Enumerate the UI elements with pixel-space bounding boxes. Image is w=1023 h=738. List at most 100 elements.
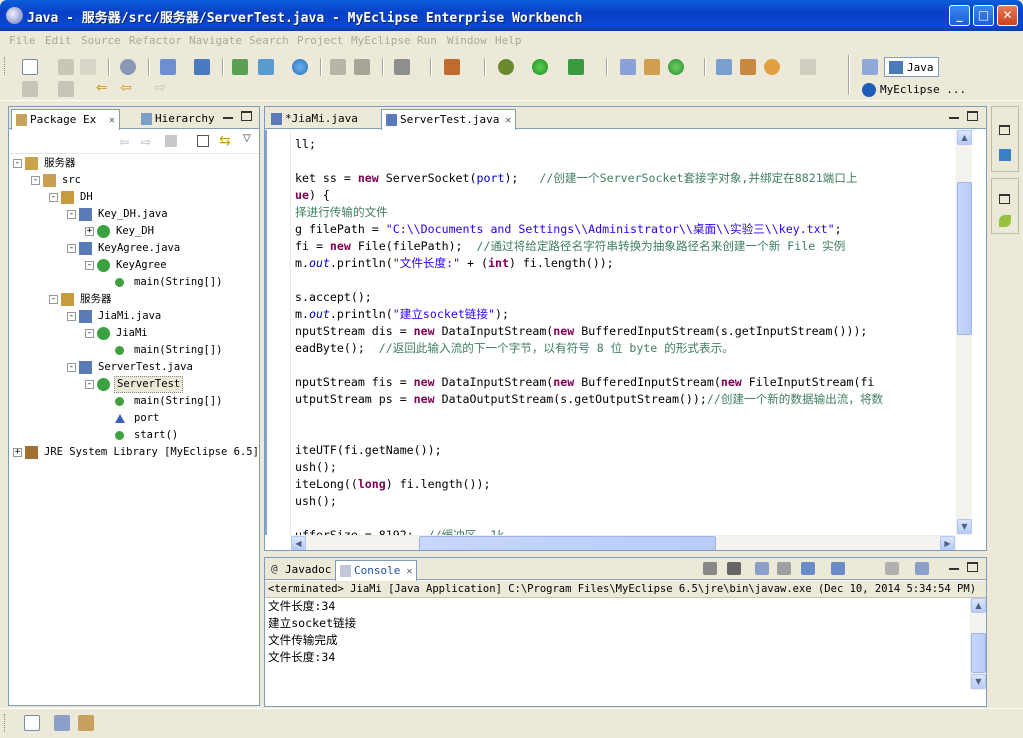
tab-hierarchy[interactable]: Hierarchy xyxy=(137,109,219,129)
tree-item[interactable]: - JiaMi.java xyxy=(9,308,257,325)
scroll-right-button[interactable]: ▶ xyxy=(940,536,955,550)
editor-horizontal-scrollbar[interactable]: ◀ ▶ xyxy=(291,535,956,550)
code-area[interactable]: ll; ket ss = new ServerSocket(port); //创建… xyxy=(295,130,958,535)
scroll-left-button[interactable]: ◀ xyxy=(291,536,306,550)
link-editor-icon[interactable]: ⇆ xyxy=(219,133,231,149)
back-history-icon[interactable] xyxy=(22,81,38,97)
collapse-icon[interactable]: - xyxy=(85,329,94,338)
minimize-view-icon[interactable] xyxy=(223,117,233,119)
collapse-icon[interactable]: - xyxy=(85,380,94,389)
console-scroll-up-button[interactable]: ▲ xyxy=(971,598,986,613)
last-edit-icon[interactable]: ⇐ xyxy=(96,81,112,97)
debug-icon[interactable] xyxy=(498,59,514,75)
editor-horizontal-scroll-thumb[interactable] xyxy=(419,536,716,550)
maximize-view-icon[interactable] xyxy=(241,111,252,121)
console-output[interactable]: 文件长度:34 建立socket链接 文件传输完成 文件长度:34 xyxy=(265,598,970,690)
run-external-icon[interactable] xyxy=(568,59,584,75)
new-java-class-icon[interactable] xyxy=(668,59,684,75)
new-console-icon[interactable] xyxy=(915,562,929,575)
tab-editor-file[interactable]: ServerTest.java ✕ xyxy=(381,109,517,130)
console-scroll-down-button[interactable]: ▼ xyxy=(971,674,986,689)
pencil-icon[interactable] xyxy=(764,59,780,75)
tree-item[interactable]: - DH xyxy=(9,189,257,206)
view-menu-icon[interactable]: ▽ xyxy=(243,133,251,144)
menu-myeclipse[interactable]: MyEclipse xyxy=(351,34,411,47)
outline-view-icon[interactable] xyxy=(999,149,1011,161)
close-icon[interactable]: ✕ xyxy=(109,115,115,126)
menu-help[interactable]: Help xyxy=(495,34,522,47)
scroll-up-button[interactable]: ▲ xyxy=(957,130,972,145)
menu-source[interactable]: Source xyxy=(81,34,121,47)
collapse-all-icon[interactable] xyxy=(197,135,209,147)
tree-item[interactable]: main(String[]) xyxy=(9,274,257,291)
save-icon[interactable] xyxy=(58,59,74,75)
close-icon[interactable]: ✕ xyxy=(505,115,511,126)
collapse-icon[interactable]: - xyxy=(67,363,76,372)
back-icon[interactable]: ⇦ xyxy=(120,81,136,97)
open-resource-icon[interactable] xyxy=(716,59,732,75)
report-icon[interactable] xyxy=(330,59,346,75)
deploy-icon[interactable] xyxy=(232,59,248,75)
tab-javadoc[interactable]: @ Javadoc xyxy=(267,560,335,580)
console-scroll-thumb[interactable] xyxy=(971,633,986,673)
maximize-button[interactable]: □ xyxy=(973,5,994,26)
minimize-view-icon[interactable] xyxy=(949,568,959,570)
tree-item[interactable]: + JRE System Library [MyEclipse 6.5] xyxy=(9,444,259,461)
next-annotation-icon[interactable] xyxy=(58,81,74,97)
open-perspective-icon[interactable] xyxy=(862,59,878,75)
collapse-icon[interactable]: - xyxy=(13,159,22,168)
tree-item[interactable]: - KeyAgree xyxy=(9,257,257,274)
terminate-icon[interactable] xyxy=(703,562,717,575)
collapse-icon[interactable]: - xyxy=(67,312,76,321)
restore-view-icon[interactable] xyxy=(999,194,1010,204)
tree-item[interactable]: - 服务器 xyxy=(9,291,257,308)
tree-item[interactable]: + Key_DH xyxy=(9,223,257,240)
pin-console-icon[interactable] xyxy=(801,562,815,575)
tab-package-explorer[interactable]: Package Ex ✕ xyxy=(11,109,120,130)
progress-view-icon[interactable] xyxy=(78,715,94,731)
new-package-icon[interactable] xyxy=(644,59,660,75)
menu-run[interactable]: Run xyxy=(417,34,437,47)
tree-item[interactable]: - Key_DH.java xyxy=(9,206,257,223)
collapse-icon[interactable]: - xyxy=(85,261,94,270)
console-vertical-scrollbar[interactable]: ▲ ▼ xyxy=(970,598,986,690)
tab-console[interactable]: Console ✕ xyxy=(335,560,418,581)
collapse-icon[interactable]: - xyxy=(31,176,40,185)
maximize-view-icon[interactable] xyxy=(967,111,978,121)
close-button[interactable]: ✕ xyxy=(997,5,1018,26)
task-view-icon[interactable] xyxy=(54,715,70,731)
display-console-icon[interactable] xyxy=(831,562,845,575)
tree-item[interactable]: main(String[]) xyxy=(9,342,257,359)
tree-item[interactable]: - ServerTest.java xyxy=(9,359,257,376)
server-icon[interactable] xyxy=(120,59,136,75)
myeclipse-perspective-button[interactable]: MyEclipse ... xyxy=(862,83,966,97)
camera-icon[interactable] xyxy=(394,59,410,75)
clear-console-icon[interactable] xyxy=(777,562,791,575)
tree-item[interactable]: - JiaMi xyxy=(9,325,257,342)
minimize-button[interactable]: _ xyxy=(949,5,970,26)
external-tools-icon[interactable] xyxy=(444,59,460,75)
restore-view-icon[interactable] xyxy=(999,125,1010,135)
maximize-view-icon[interactable] xyxy=(967,562,978,572)
snippets-view-icon[interactable] xyxy=(999,215,1011,227)
print-icon[interactable] xyxy=(80,59,96,75)
expand-icon[interactable]: + xyxy=(13,448,22,457)
tab-editor-file[interactable]: *JiaMi.java xyxy=(267,109,362,129)
open-console-icon[interactable] xyxy=(885,562,899,575)
tree-item[interactable]: - src xyxy=(9,172,257,189)
tree-item[interactable]: - KeyAgree.java xyxy=(9,240,257,257)
scroll-lock-icon[interactable] xyxy=(755,562,769,575)
menu-refactor[interactable]: Refactor xyxy=(129,34,182,47)
open-type-icon[interactable] xyxy=(194,59,210,75)
collapse-icon[interactable]: - xyxy=(67,210,76,219)
scroll-down-button[interactable]: ▼ xyxy=(957,519,972,534)
brush-icon[interactable] xyxy=(740,59,756,75)
java-perspective-button[interactable]: Java xyxy=(884,57,939,77)
tree-item[interactable]: main(String[]) xyxy=(9,393,257,410)
tree-item[interactable]: - 服务器 xyxy=(9,155,257,172)
new-wizard-icon[interactable] xyxy=(160,59,176,75)
editor-vertical-scrollbar[interactable]: ▲ ▼ xyxy=(956,130,972,535)
browser-icon[interactable] xyxy=(292,59,308,75)
search-file-icon[interactable] xyxy=(354,59,370,75)
close-icon[interactable]: ✕ xyxy=(406,566,412,577)
